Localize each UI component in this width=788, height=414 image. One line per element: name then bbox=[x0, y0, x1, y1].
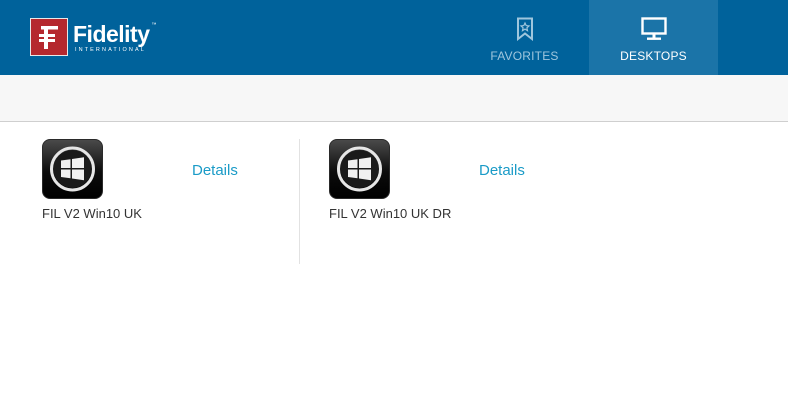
top-header: Fidelity INTERNATIONAL ™ FAVORITES DESKT… bbox=[0, 0, 788, 75]
details-link[interactable]: Details bbox=[192, 162, 238, 179]
fidelity-mark-icon bbox=[30, 18, 68, 56]
desktop-name[interactable]: FIL V2 Win10 UK bbox=[42, 206, 142, 221]
logo-subtitle: INTERNATIONAL bbox=[75, 47, 146, 53]
tile-divider bbox=[299, 139, 300, 264]
desktop-name[interactable]: FIL V2 Win10 UK DR bbox=[329, 206, 451, 221]
details-link[interactable]: Details bbox=[479, 162, 525, 179]
monitor-icon bbox=[640, 16, 667, 42]
tab-favorites-label: FAVORITES bbox=[490, 49, 559, 63]
fidelity-logo[interactable]: Fidelity INTERNATIONAL ™ bbox=[30, 18, 157, 56]
logo-trademark: ™ bbox=[151, 22, 157, 28]
bookmark-icon bbox=[516, 16, 534, 42]
tab-desktops[interactable]: DESKTOPS bbox=[589, 0, 718, 75]
logo-word: Fidelity bbox=[73, 21, 150, 47]
tab-desktops-label: DESKTOPS bbox=[620, 49, 687, 63]
toolbar-bar bbox=[0, 75, 788, 122]
windows-logo-icon[interactable] bbox=[42, 139, 103, 199]
tab-favorites[interactable]: FAVORITES bbox=[460, 0, 589, 75]
windows-logo-icon[interactable] bbox=[329, 139, 390, 199]
logo-wordmark: Fidelity INTERNATIONAL ™ bbox=[73, 21, 157, 53]
